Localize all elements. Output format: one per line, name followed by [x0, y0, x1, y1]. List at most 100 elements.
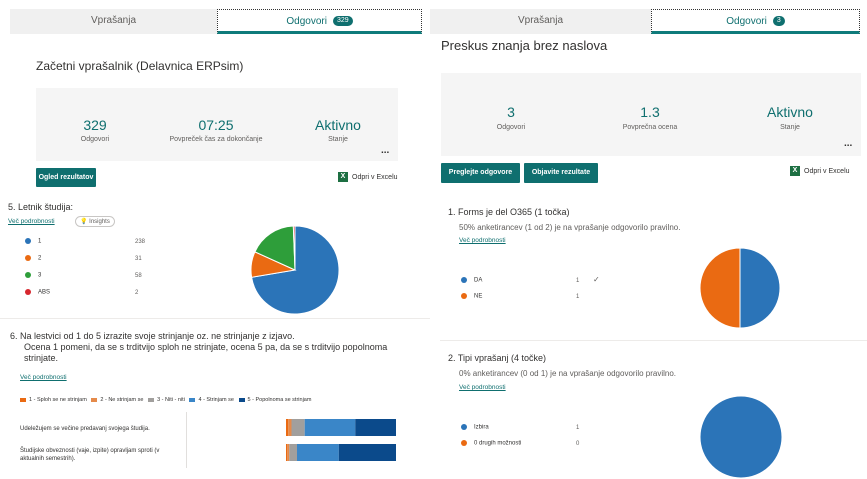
- q1-option-da: DA: [461, 277, 482, 284]
- form-title: Začetni vprašalnik (Delavnica ERPsim): [36, 59, 244, 73]
- legend-swatch-icon: [189, 397, 196, 402]
- legend-dot-icon: [25, 289, 31, 295]
- q5-title: 5. Letnik študija:: [8, 202, 74, 212]
- legend-dot-icon: [25, 255, 31, 261]
- stat-avg-score-label: Povprečna ocena: [622, 124, 678, 131]
- q5-details-link[interactable]: Več podrobnosti: [8, 218, 55, 225]
- q1-option-ne: NE: [461, 293, 482, 300]
- divider: [0, 318, 430, 319]
- legend-dot-icon: [461, 440, 467, 446]
- tab-label: Odgovori: [286, 16, 327, 27]
- quiz-title: Preskus znanja brez naslova: [441, 38, 608, 53]
- stat-status-value: Aktivno: [315, 117, 361, 133]
- divider: [440, 340, 867, 341]
- q6-details-link[interactable]: Več podrobnosti: [20, 374, 67, 381]
- q5-option-4-count: 2: [135, 290, 139, 296]
- q5-option-2-count: 31: [135, 256, 142, 262]
- q2-option-izbira-count: 1: [576, 425, 580, 431]
- open-in-excel-label: Odpri v Excelu: [804, 167, 850, 175]
- legend-item: 3 - Niti - niti: [148, 397, 185, 403]
- response-count-badge: 329: [332, 16, 353, 27]
- legend-label: 1 - Sploh se ne strinjam: [29, 397, 87, 403]
- q5-pie-chart: [250, 225, 340, 315]
- option-label: 0 drugih možnosti: [474, 440, 522, 447]
- legend-dot-icon: [461, 293, 467, 299]
- legend-dot-icon: [25, 238, 31, 244]
- q5-option-2: 2: [25, 255, 41, 262]
- tab-questions-left[interactable]: Vprašanja: [10, 9, 217, 33]
- bar-segment-row1-s4[interactable]: [304, 419, 356, 436]
- legend-item: 2 - Ne strinjam se: [91, 397, 143, 403]
- option-label: Izbira: [474, 424, 489, 431]
- bar-segment-row2-s5[interactable]: [338, 444, 396, 461]
- bar-segment-row1-s5[interactable]: [355, 419, 396, 436]
- publish-results-button[interactable]: Objavite rezultate: [524, 163, 598, 183]
- q6-row-2-label: Študijske obveznosti (vaje, izpite) opra…: [20, 447, 159, 463]
- q2-option-other: 0 drugih možnosti: [461, 440, 521, 447]
- legend-swatch-icon: [20, 397, 26, 402]
- stat-status-label: Stanje: [780, 124, 800, 131]
- stat-avg-score-value: 1.3: [640, 104, 660, 120]
- option-label: 3: [38, 272, 42, 279]
- legend-dot-icon: [461, 424, 467, 430]
- bar-segment-row2-s3[interactable]: [289, 444, 297, 461]
- q6-row-label-line: aktualnih semestrih).: [20, 456, 76, 462]
- stat-responses-label: Odgovori: [80, 136, 110, 143]
- tab-responses-left[interactable]: Odgovori 329: [217, 9, 422, 34]
- q2-subtitle: 0% anketirancev (0 od 1) je na vprašanje…: [459, 369, 677, 378]
- stat-responses-value: 3: [507, 104, 515, 120]
- q1-details-link[interactable]: Več podrobnosti: [459, 237, 506, 244]
- legend-swatch-icon: [91, 397, 98, 402]
- legend-dot-icon: [25, 272, 31, 278]
- q6-row-1-label: Udeležujem se večine predavanj svojega š…: [20, 426, 150, 432]
- tab-label: Vprašanja: [90, 15, 137, 26]
- q6-title-line: 6. Na lestvici od 1 do 5 izrazite svoje …: [10, 331, 295, 341]
- q6-title-line: Ocena 1 pomeni, da se s trditvijo sploh …: [24, 342, 388, 352]
- insights-label: Insights: [89, 219, 110, 225]
- q6-title-line: strinjate.: [24, 353, 59, 363]
- stat-time-value: 07:25: [198, 117, 234, 133]
- review-answers-button[interactable]: Preglejte odgovore: [441, 163, 520, 183]
- response-count-badge: 3: [772, 16, 785, 27]
- option-label: 1: [38, 238, 42, 245]
- q1-option-ne-count: 1: [576, 294, 580, 300]
- bar-segment-row2-s1[interactable]: [286, 444, 288, 461]
- q6-title: 6. Na lestvici od 1 do 5 izrazite svoje …: [10, 331, 387, 364]
- legend-swatch-icon: [238, 397, 245, 402]
- open-in-excel-link[interactable]: X Odpri v Excelu: [338, 172, 398, 182]
- q6-stacked-bar-chart: [286, 419, 396, 461]
- more-options-icon[interactable]: ...: [381, 145, 389, 156]
- open-in-excel-link[interactable]: X Odpri v Excelu: [790, 166, 850, 176]
- q2-option-izbira: Izbira: [461, 424, 489, 431]
- more-options-icon[interactable]: ...: [844, 138, 852, 149]
- legend-item: 4 - Strinjam se: [189, 397, 234, 403]
- tab-label: Vprašanja: [517, 15, 564, 26]
- option-label: 2: [38, 255, 42, 262]
- q2-pie-chart: [699, 395, 783, 479]
- option-label: DA: [474, 277, 483, 284]
- q6-row-label-line: Študijske obveznosti (vaje, izpite) opra…: [20, 448, 160, 454]
- pie-slice-ne[interactable]: [699, 247, 741, 329]
- bar-segment-row2-s4[interactable]: [297, 444, 339, 461]
- legend-swatch-icon: [148, 397, 155, 402]
- insights-button[interactable]: 💡 Insights: [75, 216, 115, 227]
- pie-slice-da[interactable]: [739, 247, 781, 329]
- legend-dot-icon: [461, 277, 467, 283]
- view-results-button[interactable]: Ogled rezultatov: [36, 168, 96, 187]
- legend-label: 3 - Niti - niti: [157, 397, 185, 403]
- bar-segment-row1-s3[interactable]: [291, 419, 305, 436]
- legend-label: 2 - Ne strinjam se: [100, 397, 144, 403]
- q2-details-link[interactable]: Več podrobnosti: [459, 384, 506, 391]
- excel-icon: X: [338, 172, 348, 182]
- bar-segment-row1-s1[interactable]: [286, 419, 289, 436]
- tab-label: Odgovori: [726, 16, 767, 27]
- bar-segment-row2-s2[interactable]: [287, 444, 290, 461]
- stat-status-value: Aktivno: [767, 104, 813, 120]
- q5-option-1: 1: [25, 238, 41, 245]
- tab-responses-right[interactable]: Odgovori 3: [651, 9, 860, 34]
- bar-segment-row1-s2[interactable]: [288, 419, 292, 436]
- stat-responses-value: 329: [83, 117, 107, 133]
- option-label: ABS: [38, 289, 51, 296]
- pie-slice-izbira[interactable]: [699, 395, 783, 479]
- tab-questions-right[interactable]: Vprašanja: [430, 9, 651, 33]
